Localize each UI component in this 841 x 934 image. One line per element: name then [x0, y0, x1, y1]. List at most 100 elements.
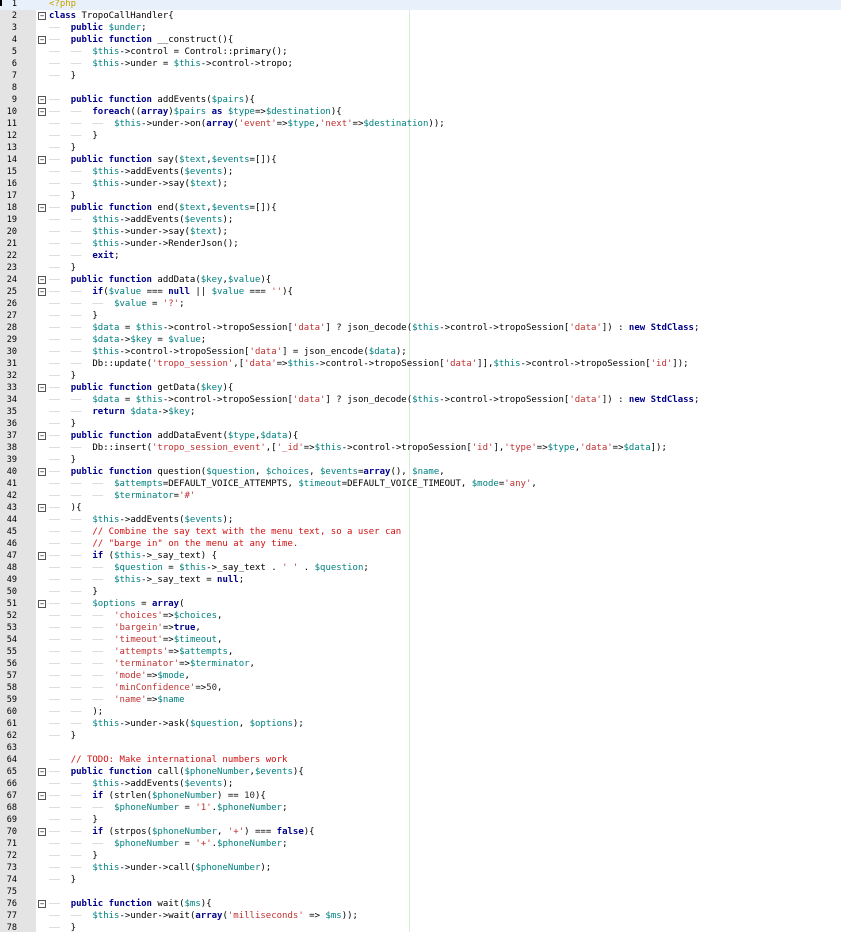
code-line[interactable]: 67 − —— —— if (strlen($phoneNumber) == 10)… [0, 790, 841, 802]
code-line[interactable]: 74 —— } [0, 874, 841, 886]
code-line[interactable]: 23 —— } [0, 262, 841, 274]
code-line[interactable]: 3 —— public $under; [0, 22, 841, 34]
code-line[interactable]: 55 —— —— —— 'attempts'=>$attempts, [0, 646, 841, 658]
code-editor[interactable]: 1 <?php 2− class TropoCallHandler{3 —— publi… [0, 0, 841, 934]
code-line[interactable]: 70 − —— —— if (strpos($phoneNumber, '+') =… [0, 826, 841, 838]
code-line[interactable]: 46 —— —— // "barge in" on the menu at any… [0, 538, 841, 550]
code-line[interactable]: 36 —— } [0, 418, 841, 430]
code-line[interactable]: 2 − class TropoCallHandler{ [0, 10, 841, 22]
code-line[interactable]: 30 —— —— $this->control->tropoSession['da… [0, 346, 841, 358]
code-line[interactable]: 25 − —— —— if($value === null || $value ==… [0, 286, 841, 298]
fold-toggle-icon[interactable]: − [38, 156, 46, 164]
fold-toggle-icon[interactable]: − [38, 12, 46, 20]
code-line[interactable]: 61 —— —— $this->under->ask($question, $op… [0, 718, 841, 730]
code-line[interactable]: 18 − —— public function end($text,$events=… [0, 202, 841, 214]
code-line[interactable]: 76 − —— public function wait($ms){ [0, 898, 841, 910]
code-line[interactable]: 62 —— } [0, 730, 841, 742]
code-line[interactable]: 38 —— —— Db::insert('tropo_session_event'… [0, 442, 841, 454]
code-line[interactable]: 6 —— —— $this->under = $this->control->tr… [0, 58, 841, 70]
code-line[interactable]: 16 —— —— $this->under->say($text); [0, 178, 841, 190]
code-line[interactable]: 68 —— —— —— $phoneNumber = '1'.$phoneNumb… [0, 802, 841, 814]
code-line[interactable]: 29 —— —— $data->$key = $value; [0, 334, 841, 346]
code-line[interactable]: 49 —— —— —— $this->_say_text = null; [0, 574, 841, 586]
code-line[interactable]: 28 —— —— $data = $this->control->tropoSes… [0, 322, 841, 334]
code-line[interactable]: 45 —— —— // Combine the say text with the… [0, 526, 841, 538]
code-line[interactable]: 13 —— } [0, 142, 841, 154]
code-line[interactable]: 64 —— // TODO: Make international numbers… [0, 754, 841, 766]
fold-toggle-icon[interactable]: − [38, 504, 46, 512]
fold-toggle-icon[interactable]: − [38, 900, 46, 908]
fold-toggle-icon[interactable]: − [38, 828, 46, 836]
code-line[interactable]: 21 —— —— $this->under->RenderJson(); [0, 238, 841, 250]
code-line[interactable]: 11 —— —— —— $this->under->on(array('event… [0, 118, 841, 130]
fold-toggle-icon[interactable]: − [38, 792, 46, 800]
code-line[interactable]: 37 − —— public function addDataEvent($type… [0, 430, 841, 442]
code-line[interactable]: 32 —— } [0, 370, 841, 382]
code-line[interactable]: 4 − —— public function __construct(){ [0, 34, 841, 46]
code-line[interactable]: 35 —— —— return $data->$key; [0, 406, 841, 418]
code-text: —— } [49, 875, 77, 885]
fold-toggle-icon[interactable]: − [38, 768, 46, 776]
code-line[interactable]: 14 − —— public function say($text,$events=… [0, 154, 841, 166]
code-line[interactable]: 54 —— —— —— 'timeout'=>$timeout, [0, 634, 841, 646]
code-line[interactable]: 69 —— —— } [0, 814, 841, 826]
code-line[interactable]: 44 —— —— $this->addEvents($events); [0, 514, 841, 526]
fold-toggle-icon[interactable]: − [38, 36, 46, 44]
code-line[interactable]: 22 —— —— exit; [0, 250, 841, 262]
code-line[interactable]: 56 —— —— —— 'terminator'=>$terminator, [0, 658, 841, 670]
code-line[interactable]: 60 —— —— ); [0, 706, 841, 718]
code-line[interactable]: 24 − —— public function addData($key,$valu… [0, 274, 841, 286]
fold-toggle-icon[interactable]: − [38, 204, 46, 212]
code-line[interactable]: 50 —— —— } [0, 586, 841, 598]
fold-toggle-icon[interactable]: − [38, 432, 46, 440]
fold-toggle-icon[interactable]: − [38, 276, 46, 284]
code-line[interactable]: 72 —— —— } [0, 850, 841, 862]
code-line[interactable]: 40 − —— public function question($question… [0, 466, 841, 478]
code-line[interactable]: 8 [0, 82, 841, 94]
code-line[interactable]: 27 —— —— } [0, 310, 841, 322]
code-line[interactable]: 71 —— —— —— $phoneNumber = '+'.$phoneNumb… [0, 838, 841, 850]
code-line[interactable]: 65 − —— public function call($phoneNumber,… [0, 766, 841, 778]
code-line[interactable]: 9 − —— public function addEvents($pairs){ [0, 94, 841, 106]
line-number: 70 [6, 827, 17, 837]
code-line[interactable]: 33 − —— public function getData($key){ [0, 382, 841, 394]
code-line[interactable]: 48 —— —— —— $question = $this->_say_text … [0, 562, 841, 574]
code-line[interactable]: 73 —— —— $this->under->call($phoneNumber)… [0, 862, 841, 874]
code-line[interactable]: 15 —— —— $this->addEvents($events); [0, 166, 841, 178]
code-line[interactable]: 75 [0, 886, 841, 898]
code-line[interactable]: 52 —— —— —— 'choices'=>$choices, [0, 610, 841, 622]
fold-toggle-icon[interactable]: − [38, 288, 46, 296]
code-line[interactable]: 57 —— —— —— 'mode'=>$mode, [0, 670, 841, 682]
code-line[interactable]: 5 —— —— $this->control = Control::primary… [0, 46, 841, 58]
code-line[interactable]: 63 [0, 742, 841, 754]
code-line[interactable]: 39 —— } [0, 454, 841, 466]
code-text: —— —— if (strlen($phoneNumber) == 10){ [49, 791, 266, 801]
code-line[interactable]: 53 —— —— —— 'bargein'=>true, [0, 622, 841, 634]
code-line[interactable]: 66 —— —— $this->addEvents($events); [0, 778, 841, 790]
code-line[interactable]: 12 —— —— } [0, 130, 841, 142]
code-line[interactable]: 26 —— —— —— $value = '?'; [0, 298, 841, 310]
code-line[interactable]: 43 − —— ){ [0, 502, 841, 514]
code-line[interactable]: 59 —— —— —— 'name'=>$name [0, 694, 841, 706]
code-line[interactable]: 34 —— —— $data = $this->control->tropoSes… [0, 394, 841, 406]
code-line[interactable]: 42 —— —— —— $terminator='#' [0, 490, 841, 502]
code-line[interactable]: 41 —— —— —— $attempts=DEFAULT_VOICE_ATTEM… [0, 478, 841, 490]
fold-toggle-icon[interactable]: − [38, 96, 46, 104]
fold-toggle-icon[interactable]: − [38, 600, 46, 608]
code-line[interactable]: 17 —— } [0, 190, 841, 202]
fold-toggle-icon[interactable]: − [38, 384, 46, 392]
code-line[interactable]: 19 —— —— $this->addEvents($events); [0, 214, 841, 226]
fold-toggle-icon[interactable]: − [38, 468, 46, 476]
code-line[interactable]: 47 − —— —— if ($this->_say_text) { [0, 550, 841, 562]
code-line[interactable]: 51 − —— —— $options = array( [0, 598, 841, 610]
code-line[interactable]: 78 —— } [0, 922, 841, 934]
code-line[interactable]: 77 —— —— $this->under->wait(array('millis… [0, 910, 841, 922]
code-line[interactable]: 10 − —— —— foreach((array)$pairs as $type=… [0, 106, 841, 118]
fold-toggle-icon[interactable]: − [38, 552, 46, 560]
code-line[interactable]: 7 —— } [0, 70, 841, 82]
fold-toggle-icon[interactable]: − [38, 108, 46, 116]
code-line[interactable]: 58 —— —— —— 'minConfidence'=>50, [0, 682, 841, 694]
code-line[interactable]: 31 —— —— Db::update('tropo_session',['dat… [0, 358, 841, 370]
code-line[interactable]: 20 —— —— $this->under->say($text); [0, 226, 841, 238]
code-line[interactable]: 1 <?php [0, 0, 841, 10]
